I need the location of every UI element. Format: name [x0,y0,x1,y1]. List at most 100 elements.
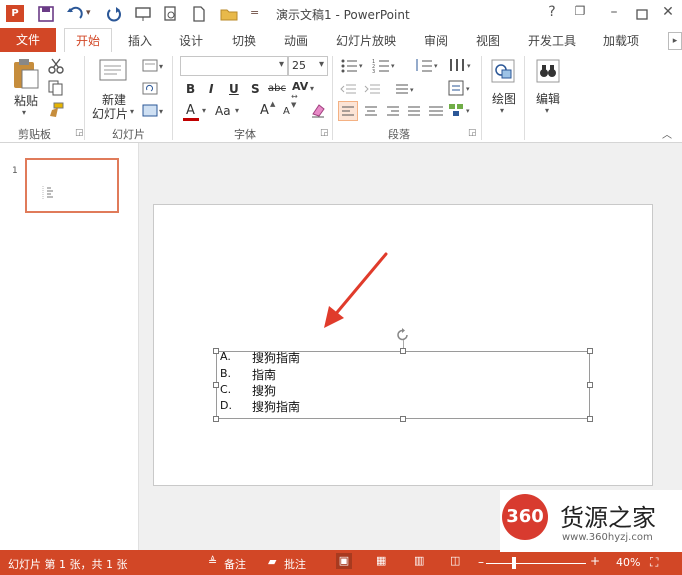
tab-insert[interactable]: 插入 [128,32,152,49]
drawing-label[interactable]: 绘图 [492,90,516,107]
change-case-button[interactable]: Aa [215,104,231,118]
strikethrough-button[interactable]: abc [268,83,286,94]
clipboard-launcher-icon[interactable]: ◲ [75,128,84,138]
list-item-text[interactable]: 搜狗 [252,382,276,399]
tab-view[interactable]: 视图 [476,32,500,49]
list-item-text[interactable]: 搜狗指南 [252,398,300,415]
resize-handle-top-left[interactable] [213,348,219,354]
zoom-slider[interactable] [486,563,586,564]
align-text-icon[interactable]: ▾ [448,80,474,100]
print-preview-icon[interactable] [162,6,178,26]
font-size-combo[interactable]: 25 ▾ [288,56,328,76]
numbering-icon[interactable]: 1 2 3 ▾ [372,57,396,77]
list-item-text[interactable]: 指南 [252,366,276,383]
decrease-indent-icon[interactable] [340,81,358,100]
align-center-icon[interactable] [362,102,380,124]
tab-review[interactable]: 审阅 [424,32,448,49]
tab-home[interactable]: 开始 [64,28,112,53]
font-color-button[interactable]: A [186,103,195,118]
distributed-icon[interactable] [427,102,445,124]
resize-handle-bottom-left[interactable] [213,416,219,422]
new-slide-icon[interactable] [99,58,129,88]
align-right-icon[interactable] [384,102,402,124]
list-item-text[interactable]: 搜狗指南 [252,349,300,366]
close-button[interactable]: ✕ [658,4,678,20]
section-icon[interactable]: ▾ [142,103,166,123]
help-button[interactable]: ? [542,4,562,20]
character-spacing-dropdown-icon[interactable]: ▾ [310,84,314,93]
save-icon[interactable] [38,6,54,26]
layout-icon[interactable]: ▾ [142,58,166,78]
clear-formatting-icon[interactable] [310,102,326,122]
bullets-icon[interactable]: ▾ [340,57,364,77]
maximize-button[interactable] [632,8,652,24]
tabs-scroll-right-icon[interactable]: ▸ [668,32,682,50]
zoom-thumb[interactable] [512,557,516,569]
undo-icon[interactable] [66,6,84,26]
tab-developer[interactable]: 开发工具 [528,32,576,49]
change-case-dropdown-icon[interactable]: ▾ [235,106,239,115]
text-shadow-button[interactable]: S [251,82,260,96]
align-left-button[interactable] [338,101,358,121]
undo-dropdown[interactable]: ▾ [86,8,91,18]
tab-design[interactable]: 设计 [179,32,203,49]
minimize-button[interactable]: – [604,4,624,20]
line-spacing-icon[interactable]: ▾ [414,57,440,77]
resize-handle-bottom[interactable] [400,416,406,422]
new-slide-label-line2[interactable]: 幻灯片 [92,105,128,122]
copy-icon[interactable] [48,80,68,100]
redo-icon[interactable] [106,6,122,26]
columns-icon[interactable]: ▾ [448,57,474,77]
drawing-dropdown-icon[interactable]: ▾ [500,106,504,115]
fit-slide-icon[interactable]: ⛶ [650,555,658,570]
editing-dropdown-icon[interactable]: ▾ [545,106,549,115]
resize-handle-top[interactable] [400,348,406,354]
zoom-in-icon[interactable]: + [590,554,600,568]
zoom-level[interactable]: 40% [616,556,640,569]
grow-font-button[interactable]: A [260,103,269,118]
resize-handle-left[interactable] [213,382,219,388]
tab-transitions[interactable]: 切换 [232,32,256,49]
tab-file[interactable]: 文件 [0,28,56,52]
tab-animations[interactable]: 动画 [284,32,308,49]
new-slide-dropdown-icon[interactable]: ▾ [130,107,134,116]
italic-button[interactable]: I [209,82,213,96]
new-document-icon[interactable] [192,6,206,26]
slideshow-icon[interactable]: ◫ [450,554,460,567]
tab-slideshow[interactable]: 幻灯片放映 [336,32,396,49]
paragraph-launcher-icon[interactable]: ◲ [468,128,477,138]
font-color-dropdown-icon[interactable]: ▾ [202,106,206,115]
ribbon-display-options-button[interactable]: ❐ [570,4,590,18]
shrink-font-button[interactable]: A [283,106,290,117]
slideshow-from-start-icon[interactable] [134,6,152,26]
normal-view-icon[interactable]: ▣ [336,553,352,569]
resize-handle-bottom-right[interactable] [587,416,593,422]
binoculars-icon[interactable] [535,58,561,88]
notes-button[interactable]: 备注 [224,556,246,572]
tab-addins[interactable]: 加载项 [603,32,639,49]
notes-icon[interactable]: ≜ [208,555,217,568]
comments-button[interactable]: 批注 [284,556,306,572]
font-name-combo[interactable]: ▾ [180,56,288,76]
smartart-icon[interactable]: ▾ [448,102,474,122]
justify-icon[interactable] [405,102,423,124]
paste-icon[interactable] [12,58,40,94]
cut-icon[interactable] [48,58,64,78]
shapes-icon[interactable] [490,58,518,90]
resize-handle-right[interactable] [587,382,593,388]
reset-slide-icon[interactable] [142,81,166,101]
editing-label[interactable]: 编辑 [536,90,560,107]
paste-label[interactable]: 粘贴 [14,92,38,109]
customize-qat-button[interactable]: = [250,6,259,19]
slide-thumbnail[interactable] [25,158,119,213]
collapse-ribbon-icon[interactable]: ︿ [662,126,672,141]
slide-sorter-icon[interactable]: ▦ [376,554,386,567]
zoom-out-icon[interactable]: – [478,555,484,569]
comments-icon[interactable]: ▰ [268,555,276,568]
font-launcher-icon[interactable]: ◲ [320,128,329,138]
reading-view-icon[interactable]: ▥ [414,554,424,567]
increase-indent-icon[interactable] [364,81,382,100]
open-folder-icon[interactable] [220,6,238,26]
text-direction-icon[interactable]: ▾ [394,81,418,100]
format-painter-icon[interactable] [48,102,64,122]
